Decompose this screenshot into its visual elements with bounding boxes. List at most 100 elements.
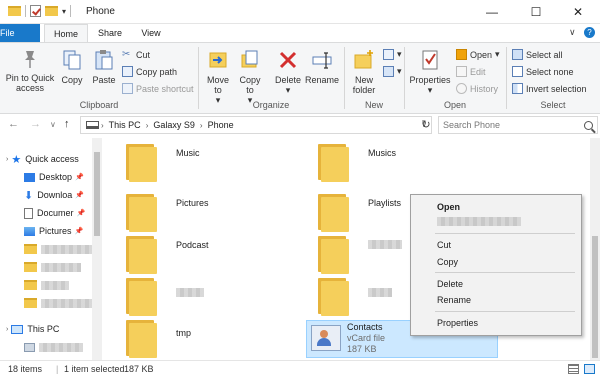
invert-selection-button[interactable]: Invert selection: [512, 83, 587, 94]
nav-documents[interactable]: Documer 📌: [24, 204, 85, 222]
nav-downloads[interactable]: ⬇ Downloa 📌: [24, 186, 84, 204]
nav-folder-redacted[interactable]: [24, 276, 69, 294]
nav-folder-redacted[interactable]: [24, 258, 81, 276]
nav-pictures[interactable]: Pictures 📌: [24, 222, 83, 240]
list-item[interactable]: Music: [126, 144, 200, 184]
list-item[interactable]: Pictures: [126, 194, 209, 234]
paste-button[interactable]: Paste: [90, 49, 118, 85]
nav-this-pc[interactable]: › This PC: [6, 320, 59, 338]
maximize-button[interactable]: ☐: [514, 0, 558, 24]
copy-to-button[interactable]: Copy to ▾: [236, 49, 264, 105]
help-icon[interactable]: ?: [584, 27, 595, 38]
list-item[interactable]: Playlists: [318, 194, 401, 234]
new-item-dropdown-icon: ▾: [397, 49, 402, 59]
paste-shortcut-icon: [122, 83, 133, 94]
list-item[interactable]: tmp: [126, 320, 191, 360]
nav-scrollbar-thumb[interactable]: [94, 152, 100, 236]
delete-button[interactable]: Delete ▾: [272, 49, 304, 95]
search-input[interactable]: [443, 120, 563, 130]
properties-dropdown-icon: ▾: [427, 85, 433, 95]
nav-scrollbar[interactable]: [92, 138, 102, 360]
breadcrumb-separator-icon[interactable]: ›: [99, 121, 106, 130]
select-none-button[interactable]: Select none: [512, 66, 574, 77]
copy-icon: [63, 50, 81, 70]
history-button[interactable]: History: [456, 83, 498, 94]
search-box[interactable]: [438, 116, 598, 134]
new-item-button[interactable]: ▾: [383, 49, 402, 60]
context-menu-copy[interactable]: Copy: [411, 254, 581, 270]
item-count: 18 items: [8, 364, 43, 374]
list-item[interactable]: Musics: [318, 144, 396, 184]
breadcrumb-this-pc[interactable]: This PC: [106, 120, 144, 130]
recent-locations-chevron-icon[interactable]: ∨: [50, 120, 56, 129]
expand-chevron-icon[interactable]: ›: [6, 156, 8, 163]
breadcrumb-separator-icon[interactable]: ›: [144, 121, 151, 130]
nav-quick-access[interactable]: › ★ Quick access: [6, 150, 79, 168]
breadcrumb-galaxy-s9[interactable]: Galaxy S9: [150, 120, 198, 130]
invert-selection-icon: [512, 83, 523, 94]
nav-folder-redacted[interactable]: [24, 240, 97, 258]
paste-shortcut-button[interactable]: Paste shortcut: [122, 83, 194, 94]
select-all-button[interactable]: Select all: [512, 49, 563, 60]
vcard-contact-icon: [311, 325, 341, 351]
list-item[interactable]: [126, 278, 204, 318]
minimize-button[interactable]: —: [470, 0, 514, 24]
refresh-icon[interactable]: ↻: [418, 116, 434, 134]
folder-icon: [24, 262, 37, 272]
content-scrollbar[interactable]: [590, 138, 600, 360]
list-item[interactable]: Podcast: [126, 236, 209, 276]
context-menu: Open Cut Copy Delete Rename Properties: [410, 194, 582, 336]
context-menu-redacted-item[interactable]: [411, 215, 581, 231]
select-group-label: Select: [540, 100, 566, 110]
back-arrow-icon[interactable]: ←: [8, 118, 19, 130]
file-type: vCard file: [347, 333, 386, 343]
address-bar[interactable]: › This PC › Galaxy S9 › Phone ∨: [80, 116, 432, 134]
close-button[interactable]: ✕: [556, 0, 600, 24]
move-to-button[interactable]: Move to ▾: [204, 49, 232, 105]
collapse-ribbon-chevron-icon[interactable]: ∨: [569, 27, 576, 38]
folder-icon[interactable]: [8, 6, 21, 16]
tab-view[interactable]: View: [134, 24, 168, 42]
large-icons-view-icon[interactable]: [584, 364, 595, 374]
breadcrumb-separator-icon[interactable]: ›: [198, 121, 205, 130]
context-menu-properties[interactable]: Properties: [411, 315, 581, 331]
open-button[interactable]: Open ▾: [456, 49, 500, 60]
breadcrumb-phone[interactable]: Phone: [205, 120, 237, 130]
context-menu-open[interactable]: Open: [411, 199, 581, 215]
nav-folder-redacted[interactable]: [24, 294, 93, 312]
tab-share[interactable]: Share: [92, 24, 128, 42]
properties-button[interactable]: Properties ▾: [408, 49, 452, 95]
file-name: [176, 288, 204, 299]
context-menu-delete[interactable]: Delete: [411, 276, 581, 292]
copy-button[interactable]: Copy: [58, 49, 86, 85]
nav-desktop[interactable]: Desktop 📌: [24, 168, 84, 186]
expand-chevron-icon[interactable]: ›: [6, 326, 8, 333]
rename-button[interactable]: Rename: [304, 49, 340, 85]
properties-check-icon[interactable]: [30, 5, 41, 17]
folder-icon: [24, 298, 37, 308]
new-folder-icon[interactable]: [45, 6, 58, 16]
redacted-text: [41, 298, 93, 308]
context-menu-cut[interactable]: Cut: [411, 237, 581, 253]
easy-access-button[interactable]: ▾: [383, 66, 402, 77]
details-view-icon[interactable]: [568, 364, 579, 374]
up-arrow-icon[interactable]: ↑: [64, 118, 70, 130]
copy-path-button[interactable]: Copy path: [122, 66, 177, 77]
pin-to-quick-access-button[interactable]: Pin to Quick access: [4, 49, 56, 93]
folder-icon: [126, 194, 160, 232]
file-name: Music: [176, 148, 200, 158]
rename-icon: [312, 52, 332, 69]
tab-home[interactable]: Home: [44, 24, 88, 42]
new-group-label: New: [364, 100, 383, 110]
edit-button[interactable]: Edit: [456, 66, 486, 77]
nav-drive-redacted[interactable]: [24, 338, 83, 356]
folder-icon: [318, 278, 352, 316]
list-item[interactable]: [318, 278, 392, 318]
customize-toolbar-chevron-icon[interactable]: ▾: [62, 7, 66, 16]
content-scrollbar-thumb[interactable]: [592, 236, 598, 358]
new-folder-button[interactable]: New folder: [348, 49, 380, 95]
cut-button[interactable]: ✂ Cut: [122, 49, 150, 60]
forward-arrow-icon[interactable]: →: [30, 118, 41, 130]
list-item[interactable]: [318, 236, 402, 276]
context-menu-rename[interactable]: Rename: [411, 292, 581, 308]
